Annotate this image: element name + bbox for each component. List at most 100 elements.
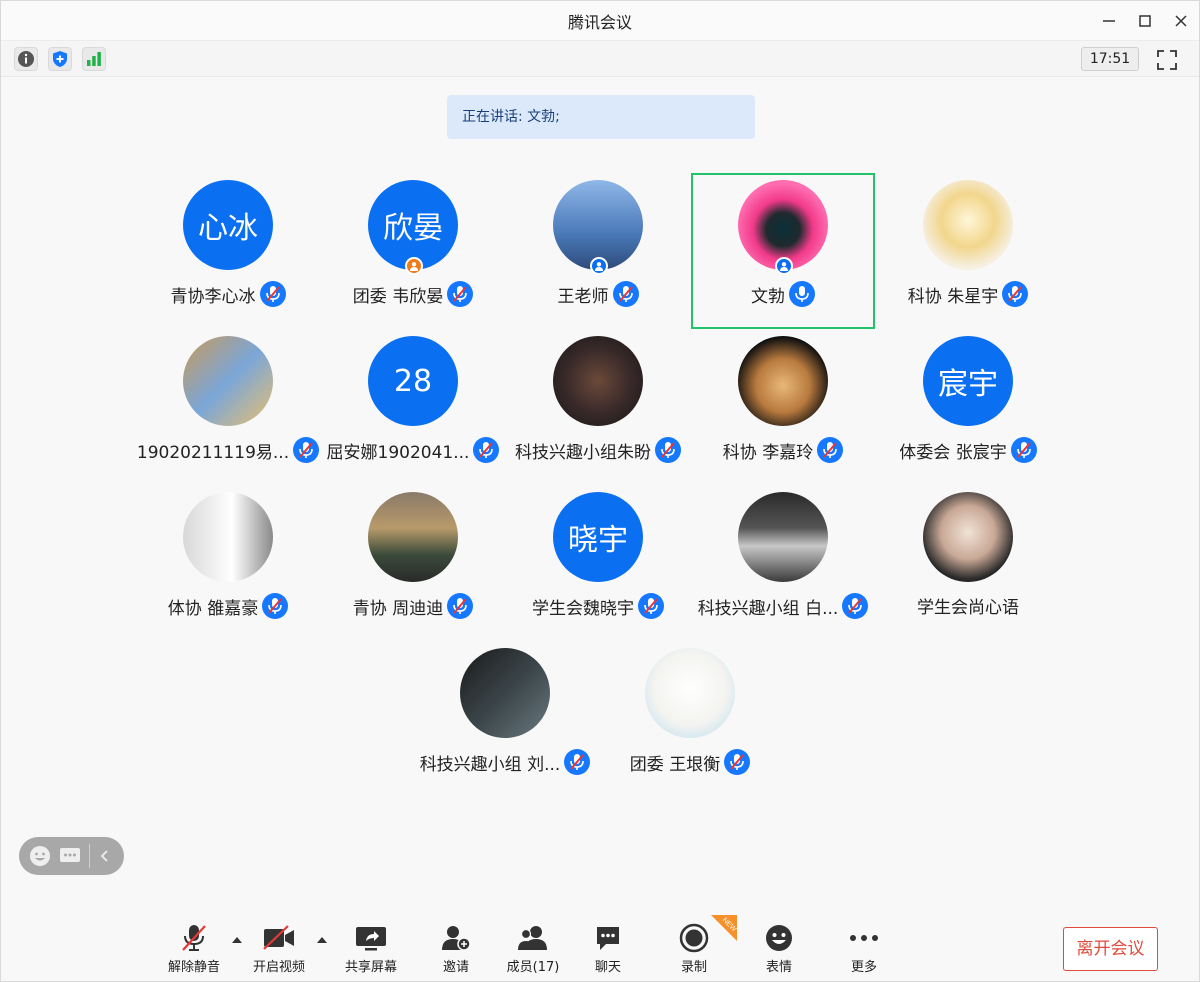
title-bar: 腾讯会议	[1, 1, 1199, 41]
participant-tile[interactable]: 文勃	[691, 173, 875, 329]
meeting-window: 腾讯会议 17:51 正在讲话: 文勃; 心冰 青协李心冰 欣晏 团委 韦欣晏 …	[0, 0, 1200, 982]
more-button[interactable]: 更多	[829, 921, 899, 981]
minimize-button[interactable]	[1091, 1, 1127, 41]
mic-muted-icon	[447, 593, 474, 619]
mic-muted-icon	[817, 437, 844, 463]
info-icon	[18, 51, 34, 67]
start-video-label: 开启视频	[252, 960, 305, 975]
audio-options-caret[interactable]	[232, 935, 242, 943]
danmaku-icon[interactable]	[59, 845, 81, 867]
signal-icon	[87, 52, 101, 66]
divider	[89, 844, 90, 868]
invite-label: 邀请	[442, 960, 469, 975]
participant-name-row: 屈安娜1902041...	[321, 437, 505, 463]
participant-name-row: 团委 王垠衡	[598, 749, 782, 775]
fullscreen-icon	[1157, 50, 1177, 70]
participant-tile[interactable]: 科技兴趣小组 刘...	[413, 641, 597, 797]
participant-name-row: 团委 韦欣晏	[321, 281, 505, 307]
participant-tile[interactable]: 28 屈安娜1902041...	[321, 329, 505, 485]
participant-name: 屈安娜1902041...	[326, 442, 470, 463]
mic-muted-icon	[1002, 281, 1029, 307]
chat-button[interactable]: 聊天	[573, 921, 643, 981]
participant-name-row: 青协 周迪迪	[321, 593, 505, 619]
window-title: 腾讯会议	[567, 12, 632, 32]
mic-muted-icon	[259, 281, 286, 307]
participant-name: 体委会 张宸宇	[899, 442, 1007, 463]
participant-tile[interactable]: 晓宇 学生会魏晓宇	[506, 485, 690, 641]
participant-tile[interactable]: 心冰 青协李心冰	[136, 173, 320, 329]
participant-name: 科协 朱星宇	[907, 286, 999, 307]
mic-muted-icon	[842, 593, 869, 619]
participant-tile[interactable]: 科协 李嘉玲	[691, 329, 875, 485]
participant-name: 文勃	[751, 286, 785, 307]
participant-name: 体协 雒嘉豪	[167, 598, 259, 619]
unmute-button[interactable]: 解除静音	[159, 921, 229, 981]
participant-name-row: 王老师	[506, 281, 690, 307]
avatar	[738, 336, 828, 426]
video-options-caret[interactable]	[317, 935, 327, 943]
participant-tile[interactable]: 宸宇 体委会 张宸宇	[876, 329, 1060, 485]
participant-tile[interactable]: 王老师	[506, 173, 690, 329]
mic-muted-icon	[293, 437, 320, 463]
participant-tile[interactable]: 学生会尚心语	[876, 485, 1060, 641]
close-button[interactable]	[1163, 1, 1199, 41]
fullscreen-button[interactable]	[1156, 49, 1178, 71]
maximize-button[interactable]	[1127, 1, 1163, 41]
participant-name-row: 体委会 张宸宇	[876, 437, 1060, 463]
camera-off-icon	[263, 925, 294, 950]
participant-name: 科技兴趣小组朱盼	[515, 442, 651, 463]
participant-name: 科技兴趣小组 白...	[697, 598, 839, 619]
share-screen-button[interactable]: 共享屏幕	[336, 921, 406, 981]
participant-tile[interactable]: 科技兴趣小组朱盼	[506, 329, 690, 485]
avatar	[368, 492, 458, 582]
meeting-toolbar: 17:51	[1, 41, 1199, 77]
host-badge-icon	[590, 257, 608, 275]
participant-name-row: 学生会尚心语	[876, 593, 1060, 618]
participant-tile[interactable]: 体协 雒嘉豪	[136, 485, 320, 641]
avatar	[738, 492, 828, 582]
mic-muted-icon	[655, 437, 681, 463]
mic-active-icon	[789, 281, 815, 307]
info-button[interactable]	[14, 47, 38, 71]
participant-name: 科技兴趣小组 刘...	[419, 754, 561, 775]
participant-name: 王老师	[557, 286, 609, 307]
security-button[interactable]	[48, 47, 72, 71]
avatar: 心冰	[183, 180, 273, 270]
avatar	[923, 180, 1013, 270]
emoji-icon[interactable]	[29, 845, 51, 867]
avatar	[183, 492, 273, 582]
reactions-label: 表情	[765, 960, 792, 975]
participant-tile[interactable]: 19020211119易...	[136, 329, 320, 485]
add-user-icon	[442, 926, 471, 951]
members-button[interactable]: 成员(17)	[498, 921, 568, 981]
reactions-button[interactable]: 表情	[744, 921, 814, 981]
participant-tile[interactable]: 团委 王垠衡	[598, 641, 782, 797]
mic-muted-icon	[473, 437, 500, 463]
leave-meeting-button[interactable]: 离开会议	[1063, 927, 1158, 971]
start-video-button[interactable]: 开启视频	[244, 921, 314, 981]
participant-name-row: 青协李心冰	[136, 281, 320, 307]
record-label: 录制	[680, 960, 707, 975]
participant-name-row: 科协 李嘉玲	[691, 437, 875, 463]
chevron-left-icon[interactable]	[98, 849, 112, 863]
avatar	[923, 492, 1013, 582]
participant-tile[interactable]: 欣晏 团委 韦欣晏	[321, 173, 505, 329]
invite-button[interactable]: 邀请	[421, 921, 491, 981]
mic-muted-icon	[182, 925, 206, 951]
floating-reaction-bar	[19, 837, 124, 875]
mic-muted-icon	[1010, 437, 1037, 463]
members-label: 成员(17)	[506, 960, 560, 975]
participant-name-row: 科技兴趣小组朱盼	[506, 437, 690, 463]
participant-name: 科协 李嘉玲	[722, 442, 814, 463]
participant-tile[interactable]: 科技兴趣小组 白...	[691, 485, 875, 641]
members-icon	[518, 926, 547, 950]
chat-label: 聊天	[594, 960, 621, 975]
participant-name-row: 体协 雒嘉豪	[136, 593, 320, 619]
participant-tile[interactable]: 科协 朱星宇	[876, 173, 1060, 329]
share-screen-label: 共享屏幕	[344, 960, 397, 975]
network-button[interactable]	[82, 47, 106, 71]
participant-name: 团委 韦欣晏	[352, 286, 444, 307]
participant-name-row: 19020211119易...	[136, 437, 320, 463]
host-badge-icon	[405, 257, 423, 275]
participant-tile[interactable]: 青协 周迪迪	[321, 485, 505, 641]
